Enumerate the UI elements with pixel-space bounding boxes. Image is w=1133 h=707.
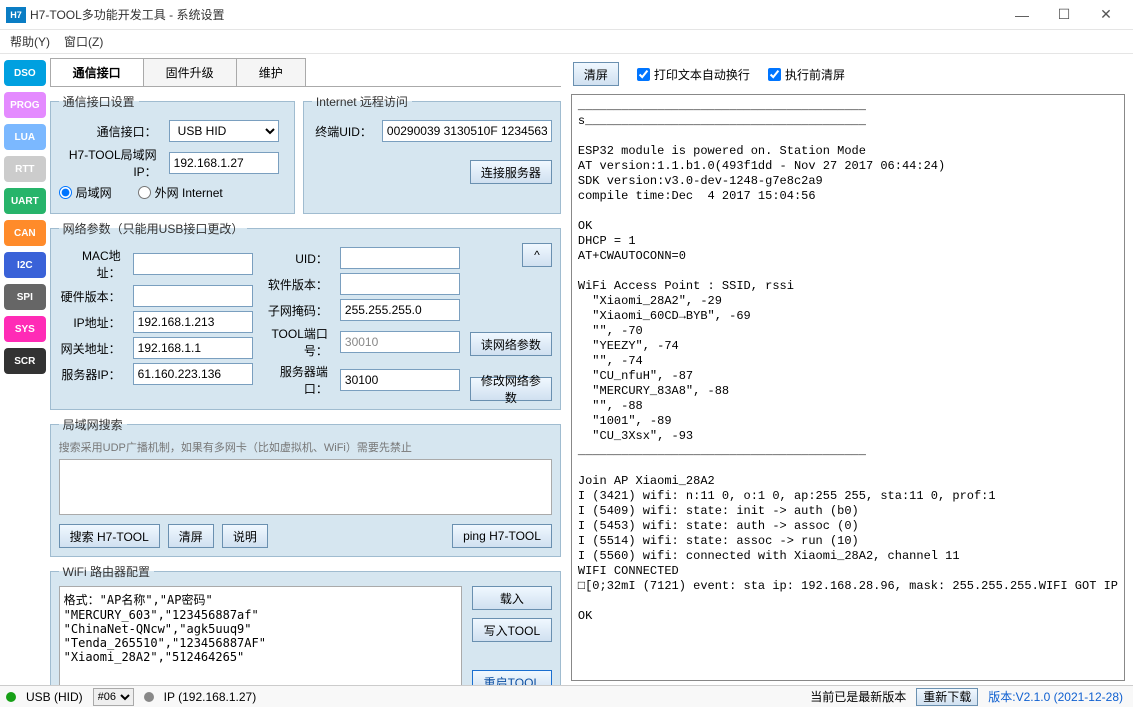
hw-label: 硬件版本：	[59, 288, 127, 305]
menu-help[interactable]: 帮助(Y)	[10, 33, 50, 50]
search-button[interactable]: 搜索 H7-TOOL	[59, 524, 160, 548]
uid2-input[interactable]	[340, 247, 460, 269]
comm-settings-legend: 通信接口设置	[59, 93, 139, 110]
mask-input[interactable]	[340, 299, 460, 321]
clear-log-button[interactable]: 清屏	[573, 62, 619, 86]
sidebar-i2c[interactable]: I2C	[4, 252, 46, 278]
note-button[interactable]: 说明	[222, 524, 268, 548]
group-lan-search: 局域网搜索 搜索采用UDP广播机制，如果有多网卡（比如虚拟机、WiFi）需要先禁…	[50, 416, 561, 557]
ip-label: IP (192.168.1.27)	[164, 690, 257, 704]
wifi-config-textarea[interactable]: 格式："AP名称","AP密码" "MERCURY_603","12345688…	[59, 586, 462, 685]
statusbar: USB (HID) #06 IP (192.168.1.27) 当前已是最新版本…	[0, 685, 1133, 707]
slot-combo[interactable]: #06	[93, 688, 134, 706]
sw-label: 软件版本：	[262, 276, 334, 293]
wifi-legend: WiFi 路由器配置	[59, 563, 154, 580]
menu-window[interactable]: 窗口(Z)	[64, 33, 103, 50]
lan-search-legend: 局域网搜索	[59, 416, 127, 433]
mac-input[interactable]	[133, 253, 253, 275]
uid-input[interactable]	[382, 120, 552, 142]
iface-select[interactable]: USB HID	[169, 120, 279, 142]
chk-wrap[interactable]: 打印文本自动换行	[637, 66, 750, 83]
group-wifi-config: WiFi 路由器配置 格式："AP名称","AP密码" "MERCURY_603…	[50, 563, 561, 685]
app-icon: H7	[6, 7, 26, 23]
gw-label: 网关地址：	[59, 340, 127, 357]
lanip-input[interactable]	[169, 152, 279, 174]
log-output[interactable]: ________________________________________…	[571, 94, 1125, 681]
srv-input[interactable]	[133, 363, 253, 385]
tab-maint[interactable]: 维护	[236, 58, 306, 86]
titlebar: H7 H7-TOOL多功能开发工具 - 系统设置 — ☐ ✕	[0, 0, 1133, 30]
port-input[interactable]	[340, 331, 460, 353]
tabs: 通信接口 固件升级 维护	[50, 58, 561, 87]
redownload-button[interactable]: 重新下载	[916, 688, 978, 706]
write-net-button[interactable]: 修改网络参数	[470, 377, 552, 401]
ip-status-dot	[144, 692, 154, 702]
srvport-input[interactable]	[340, 369, 460, 391]
window-title: H7-TOOL多功能开发工具 - 系统设置	[30, 6, 1001, 23]
close-button[interactable]: ✕	[1085, 1, 1127, 29]
uid-label: 终端UID：	[312, 123, 376, 140]
hw-input[interactable]	[133, 285, 253, 307]
net-params-legend: 网络参数（只能用USB接口更改）	[59, 220, 248, 237]
sidebar-can[interactable]: CAN	[4, 220, 46, 246]
sidebar-spi[interactable]: SPI	[4, 284, 46, 310]
minimize-button[interactable]: —	[1001, 1, 1043, 29]
chk-preclear[interactable]: 执行前清屏	[768, 66, 845, 83]
group-internet: Internet 远程访问 终端UID： 连接服务器	[303, 93, 561, 214]
radio-wan[interactable]: 外网 Internet	[138, 184, 223, 201]
wifi-write-button[interactable]: 写入TOOL	[472, 618, 552, 642]
lanip-label: H7-TOOL局域网IP：	[59, 146, 163, 180]
uid2-label: UID：	[262, 250, 334, 267]
usb-status-dot	[6, 692, 16, 702]
sidebar: DSO PROG LUA RTT UART CAN I2C SPI SYS SC…	[0, 54, 50, 685]
usb-label: USB (HID)	[26, 690, 83, 704]
wifi-load-button[interactable]: 载入	[472, 586, 552, 610]
latest-version-label: 当前已是最新版本	[810, 688, 906, 705]
mac-label: MAC地址：	[59, 247, 127, 281]
menubar: 帮助(Y) 窗口(Z)	[0, 30, 1133, 54]
srv-label: 服务器IP：	[59, 366, 127, 383]
radio-lan[interactable]: 局域网	[59, 184, 112, 201]
group-net-params: 网络参数（只能用USB接口更改） MAC地址： 硬件版本： IP地址： 网关地址…	[50, 220, 561, 410]
sw-input[interactable]	[340, 273, 460, 295]
sidebar-uart[interactable]: UART	[4, 188, 46, 214]
connect-server-button[interactable]: 连接服务器	[470, 160, 552, 184]
clear-lan-button[interactable]: 清屏	[168, 524, 214, 548]
read-net-button[interactable]: 读网络参数	[470, 332, 552, 356]
version-label: 版本:V2.1.0 (2021-12-28)	[988, 688, 1123, 705]
sidebar-rtt[interactable]: RTT	[4, 156, 46, 182]
ping-button[interactable]: ping H7-TOOL	[452, 524, 552, 548]
wifi-reboot-button[interactable]: 重启TOOL	[472, 670, 552, 685]
sidebar-scr[interactable]: SCR	[4, 348, 46, 374]
sidebar-dso[interactable]: DSO	[4, 60, 46, 86]
ip-label: IP地址：	[59, 314, 127, 331]
tab-fwup[interactable]: 固件升级	[143, 58, 237, 86]
internet-legend: Internet 远程访问	[312, 93, 412, 110]
gw-input[interactable]	[133, 337, 253, 359]
sidebar-lua[interactable]: LUA	[4, 124, 46, 150]
tab-comm[interactable]: 通信接口	[50, 58, 144, 86]
maximize-button[interactable]: ☐	[1043, 1, 1085, 29]
lan-search-hint: 搜索采用UDP广播机制，如果有多网卡（比如虚拟机、WiFi）需要先禁止	[59, 439, 552, 455]
group-comm-settings: 通信接口设置 通信接口： USB HID H7-TOOL局域网IP： 局域网 外…	[50, 93, 295, 214]
ip-input[interactable]	[133, 311, 253, 333]
caret-button[interactable]: ^	[522, 243, 552, 267]
port-label: TOOL端口号：	[262, 325, 334, 359]
sidebar-sys[interactable]: SYS	[4, 316, 46, 342]
iface-label: 通信接口：	[59, 123, 163, 140]
srvport-label: 服务器端口：	[262, 363, 334, 397]
lan-search-output[interactable]	[59, 459, 552, 515]
sidebar-prog[interactable]: PROG	[4, 92, 46, 118]
mask-label: 子网掩码：	[262, 302, 334, 319]
